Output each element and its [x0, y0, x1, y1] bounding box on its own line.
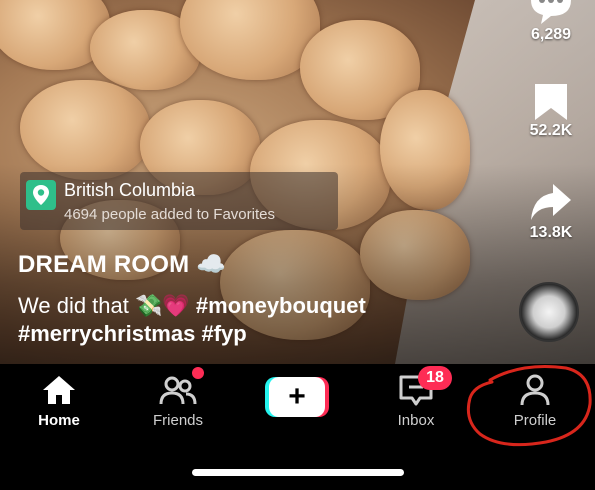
bookmark-icon: [535, 84, 567, 120]
hashtag-link[interactable]: #merrychristmas: [18, 321, 195, 346]
video-caption: We did that 💸💗 #moneybouquet #merrychris…: [18, 292, 438, 348]
save-button[interactable]: 52.2K: [521, 82, 581, 140]
music-disc-avatar[interactable]: [519, 282, 579, 342]
create-button[interactable]: +: [265, 377, 329, 417]
inbox-badge: 18: [418, 366, 452, 390]
save-count: 52.2K: [529, 122, 573, 139]
share-arrow-icon: [531, 184, 571, 220]
location-subtitle: 4694 people added to Favorites: [64, 206, 275, 223]
friends-icon: [159, 376, 197, 405]
home-indicator-bar: [192, 469, 404, 476]
comment-icon: [531, 0, 571, 24]
friends-notification-dot: [192, 367, 204, 379]
location-title: British Columbia: [64, 180, 196, 200]
nav-home-label: Home: [38, 412, 80, 429]
plus-icon: +: [269, 377, 325, 417]
video-bouquet-petal: [180, 0, 320, 80]
location-pin-icon: [26, 180, 56, 210]
video-title: DREAM ROOM ☁️: [18, 251, 227, 278]
location-chip[interactable]: British Columbia 4694 people added to Fa…: [20, 172, 338, 230]
caption-text: We did that 💸💗: [18, 293, 190, 318]
hashtag-link[interactable]: #moneybouquet: [196, 293, 366, 318]
comment-button[interactable]: 6,289: [521, 0, 581, 44]
share-count: 13.8K: [529, 224, 573, 241]
nav-friends[interactable]: Friends: [133, 374, 223, 429]
nav-inbox-label: Inbox: [397, 412, 435, 429]
nav-friends-label: Friends: [152, 412, 204, 429]
home-icon: [43, 376, 75, 404]
nav-home[interactable]: Home: [14, 374, 104, 429]
annotation-circle: [466, 365, 592, 447]
hashtag-link[interactable]: #fyp: [201, 321, 246, 346]
share-button[interactable]: 13.8K: [521, 180, 581, 242]
comment-count: 6,289: [530, 26, 572, 43]
